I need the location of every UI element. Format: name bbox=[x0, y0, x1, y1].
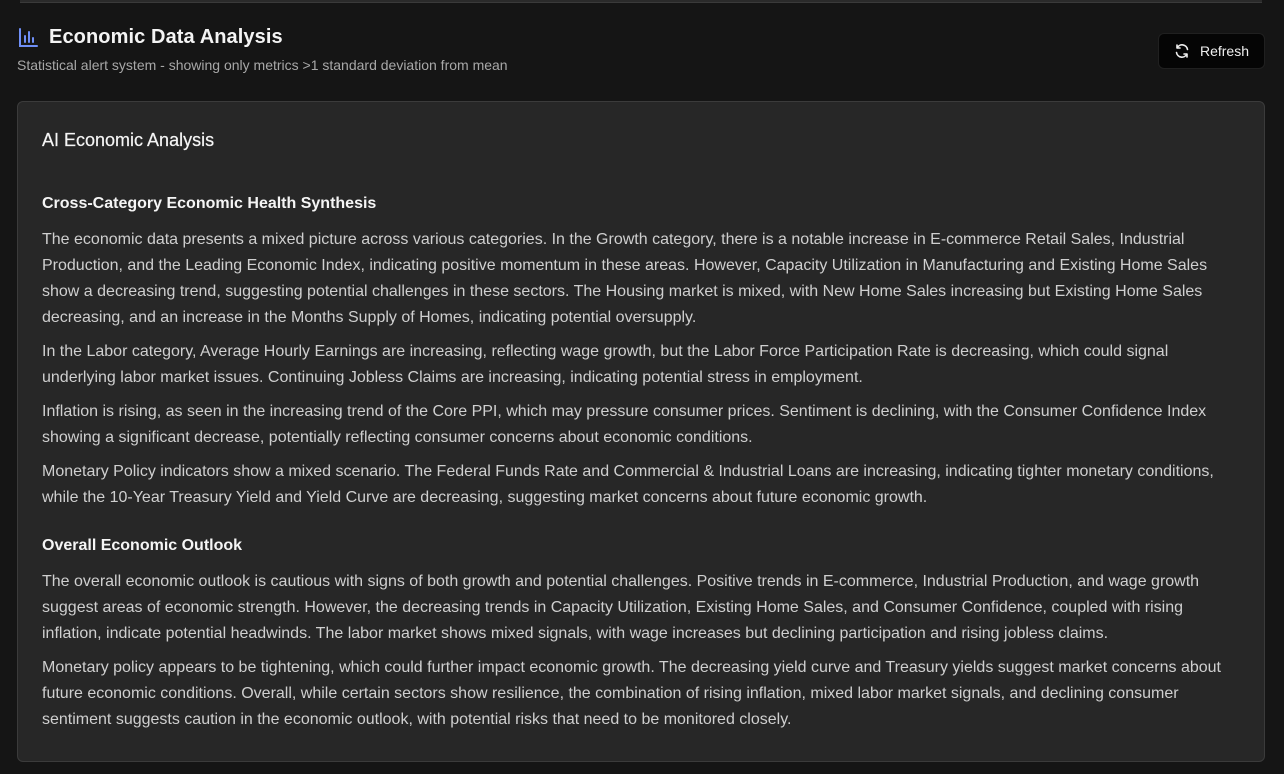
section-heading: Cross-Category Economic Health Synthesis bbox=[42, 195, 377, 212]
refresh-button-label: Refresh bbox=[1199, 43, 1250, 59]
section-cross-category: Cross-Category Economic Health Synthesis… bbox=[42, 195, 1240, 511]
section-heading: Overall Economic Outlook bbox=[42, 537, 243, 554]
bar-chart-icon bbox=[17, 27, 39, 49]
paragraph: The economic data presents a mixed pictu… bbox=[42, 231, 1208, 326]
ai-analysis-card: AI Economic Analysis Cross-Category Econ… bbox=[17, 101, 1265, 762]
page-title: Economic Data Analysis bbox=[49, 26, 283, 48]
refresh-button[interactable]: Refresh bbox=[1158, 33, 1265, 69]
page-header: Economic Data Analysis Statistical alert… bbox=[17, 26, 1265, 86]
card-title: AI Economic Analysis bbox=[42, 130, 215, 150]
paragraph: Monetary policy appears to be tightening… bbox=[42, 659, 1221, 728]
section-overall-outlook: Overall Economic Outlook The overall eco… bbox=[42, 537, 1240, 733]
paragraph: The overall economic outlook is cautious… bbox=[42, 573, 1200, 642]
page-subtitle: Statistical alert system - showing only … bbox=[17, 57, 508, 73]
paragraph: Inflation is rising, as seen in the incr… bbox=[42, 403, 1207, 446]
top-divider bbox=[20, 0, 1262, 3]
title-row: Economic Data Analysis bbox=[17, 26, 1265, 49]
paragraph: Monetary Policy indicators show a mixed … bbox=[42, 463, 1214, 506]
refresh-icon bbox=[1174, 43, 1190, 59]
paragraph: In the Labor category, Average Hourly Ea… bbox=[42, 343, 1169, 386]
